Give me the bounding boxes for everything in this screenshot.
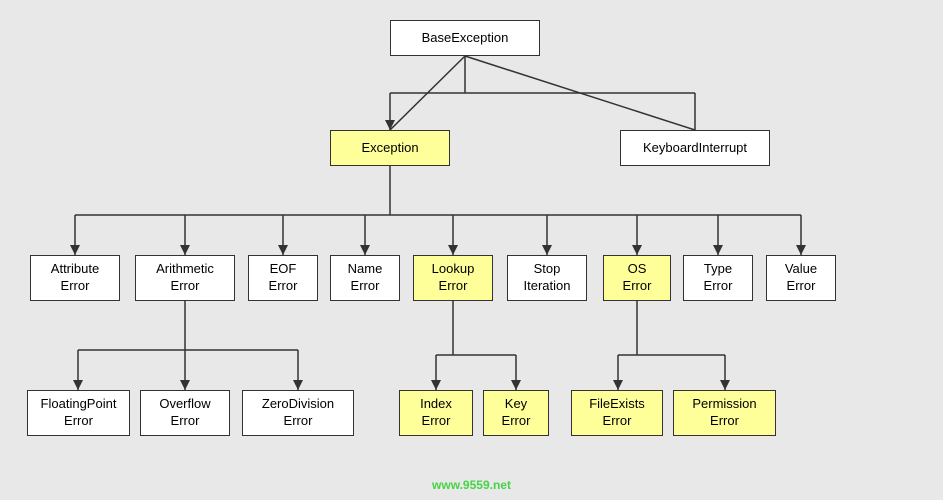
file-exists-node: FileExistsError [571,390,663,436]
exception-label: Exception [361,140,418,157]
type-error-node: TypeError [683,255,753,301]
keyboard-interrupt-node: KeyboardInterrupt [620,130,770,166]
name-error-label: NameError [348,261,383,295]
lookup-error-label: LookupError [432,261,475,295]
os-error-label: OSError [623,261,652,295]
watermark-text: www.9559.net [432,478,511,492]
arithmetic-error-label: ArithmeticError [156,261,214,295]
key-error-node: KeyError [483,390,549,436]
file-exists-label: FileExistsError [589,396,645,430]
overflow-error-label: OverflowError [159,396,210,430]
index-error-node: IndexError [399,390,473,436]
floating-point-label: FloatingPointError [41,396,117,430]
stop-iteration-label: StopIteration [524,261,571,295]
arithmetic-error-node: ArithmeticError [135,255,235,301]
type-error-label: TypeError [704,261,733,295]
lookup-error-node: LookupError [413,255,493,301]
base-exception-node: BaseException [390,20,540,56]
attribute-error-node: AttributeError [30,255,120,301]
eof-error-node: EOFError [248,255,318,301]
name-error-node: NameError [330,255,400,301]
watermark: www.9559.net [432,478,511,492]
attribute-error-label: AttributeError [51,261,99,295]
permission-error-label: PermissionError [692,396,756,430]
key-error-label: KeyError [502,396,531,430]
value-error-node: ValueError [766,255,836,301]
eof-error-label: EOFError [269,261,298,295]
diagram: BaseException Exception KeyboardInterrup… [0,0,943,500]
base-exception-label: BaseException [422,30,509,47]
index-error-label: IndexError [420,396,452,430]
stop-iteration-node: StopIteration [507,255,587,301]
permission-error-node: PermissionError [673,390,776,436]
os-error-node: OSError [603,255,671,301]
value-error-label: ValueError [785,261,817,295]
floating-point-node: FloatingPointError [27,390,130,436]
zero-division-label: ZeroDivisionError [262,396,334,430]
overflow-error-node: OverflowError [140,390,230,436]
zero-division-node: ZeroDivisionError [242,390,354,436]
exception-node: Exception [330,130,450,166]
keyboard-interrupt-label: KeyboardInterrupt [643,140,747,157]
